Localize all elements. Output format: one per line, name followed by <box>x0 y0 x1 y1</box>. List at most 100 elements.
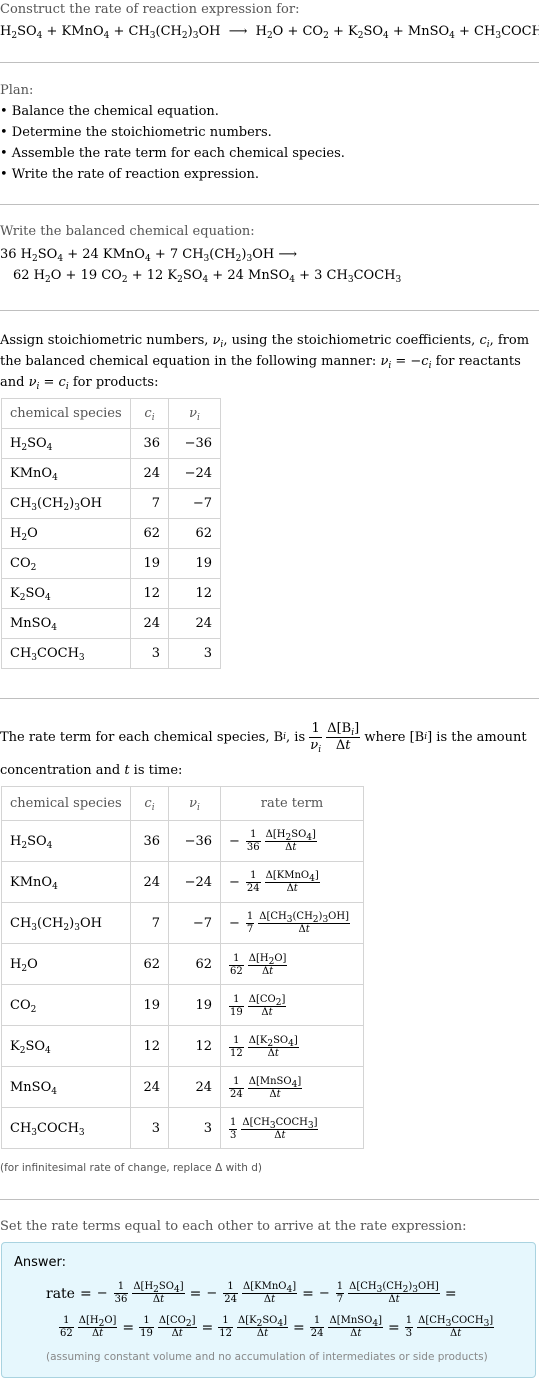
table-row: CO2 19 19 <box>1 548 221 579</box>
species-cell: MnSO4 <box>1 1066 131 1108</box>
rateterm-intro: The rate term for each chemical species,… <box>0 720 527 779</box>
species-cell: K2SO4 <box>1 578 131 609</box>
rate-expression-line2: 1 62 Δ[H2O] Δt = 1 19 Δ[CO2] Δt = 1 12 Δ[K2SO4] Δt = 1 2… <box>59 1315 495 1339</box>
rate-term: 1 62 Δ[H2O] Δt <box>59 1315 118 1339</box>
table-row: H2O 62 62 1 62 Δ[H2O] Δt <box>1 943 364 985</box>
species-cell: K2SO4 <box>1 1025 131 1067</box>
species-cell: H2SO4 <box>1 820 131 862</box>
c-cell: 12 <box>130 578 169 609</box>
species-cell: CO2 <box>1 984 131 1026</box>
table-row: MnSO4 24 24 <box>1 608 221 639</box>
c-cell: 24 <box>130 608 169 639</box>
nu-cell: −24 <box>168 861 221 903</box>
plan-section: Plan: • Balance the chemical equation. •… <box>0 80 539 185</box>
c-cell: 62 <box>130 943 169 985</box>
balanced-equation-line2: 62 H2O + 19 CO2 + 12 K2SO4 + 24 MnSO4 + … <box>13 268 402 285</box>
rate-term-cell: −1 7 Δ[CH3(CH2)3OH] Δt <box>220 902 364 944</box>
table-row: CH3(CH2)3OH 7 −7 <box>1 488 221 519</box>
plan-step: • Balance the chemical equation. <box>0 104 219 119</box>
species-cell: MnSO4 <box>1 608 131 639</box>
c-symbol: ci <box>479 333 490 350</box>
c-cell: 19 <box>130 548 169 579</box>
c-cell: 19 <box>130 984 169 1026</box>
nu-cell: 12 <box>168 578 221 609</box>
rate-word: rate <box>46 1285 75 1302</box>
rate-term: 1 24 Δ[MnSO4] Δt <box>309 1315 383 1339</box>
nu-cell: 19 <box>168 984 221 1026</box>
header-species: chemical species <box>1 398 131 429</box>
divider <box>0 1199 539 1200</box>
header-c: ci <box>130 398 169 429</box>
rateterm-table: chemical species ci νi rate term H2SO4 36… <box>1 786 364 1149</box>
c-cell: 24 <box>130 458 169 489</box>
table-row: CH3COCH3 3 3 <box>1 638 221 669</box>
rate-term: 1 24 Δ[MnSO4] Δt <box>229 1076 303 1100</box>
table-row: CO2 19 19 1 19 Δ[CO2] Δt <box>1 984 364 1026</box>
species-cell: CH3COCH3 <box>1 1107 131 1149</box>
nu-cell: 24 <box>168 608 221 639</box>
rate-term: −1 24 Δ[KMnO4] Δt <box>206 1281 298 1305</box>
table-header-row: chemical species ci νi rate term <box>1 786 364 821</box>
c-cell: 62 <box>130 518 169 549</box>
table-row: CH3COCH3 3 3 1 3 Δ[CH3COCH3] Δt <box>1 1107 364 1149</box>
species-cell: CO2 <box>1 548 131 579</box>
table-row: KMnO4 24 −24 <box>1 458 221 489</box>
table-row: H2SO4 36 −36 −1 36 Δ[H2SO4] Δt <box>1 820 364 862</box>
rate-term: −1 7 Δ[CH3(CH2)3OH] Δt <box>318 1281 440 1305</box>
answer-label: Answer: <box>14 1255 67 1270</box>
divider <box>0 310 539 311</box>
nu-cell: 3 <box>168 638 221 669</box>
stoich-intro: Assign stoichiometric numbers, νi, using… <box>0 333 530 392</box>
rate-term-cell: 1 62 Δ[H2O] Δt <box>220 943 364 985</box>
rate-term: 1 19 Δ[CO2] Δt <box>229 994 287 1018</box>
header-rate-term: rate term <box>220 786 364 821</box>
prompt-text: Construct the rate of reaction expressio… <box>0 2 300 17</box>
table-row: H2SO4 36 −36 <box>1 428 221 459</box>
table-row: K2SO4 12 12 <box>1 578 221 609</box>
plan-step: • Determine the stoichiometric numbers. <box>0 125 272 140</box>
table-row: K2SO4 12 12 1 12 Δ[K2SO4] Δt <box>1 1025 364 1067</box>
c-cell: 7 <box>130 902 169 944</box>
species-cell: CH3(CH2)3OH <box>1 902 131 944</box>
rate-term-cell: −1 36 Δ[H2SO4] Δt <box>220 820 364 862</box>
divider <box>0 62 539 63</box>
rate-term: 1 12 Δ[K2SO4] Δt <box>218 1315 289 1339</box>
answer-box: Answer: rate = −1 36 Δ[H2SO4] Δt = −1 24 Δ[KMnO4]… <box>1 1242 536 1378</box>
unbalanced-equation: H2SO4 + KMnO4 + CH3(CH2)3OH ⟶ H2O + CO2 … <box>0 24 539 41</box>
table-row: MnSO4 24 24 1 24 Δ[MnSO4] Δt <box>1 1066 364 1108</box>
species-cell: CH3(CH2)3OH <box>1 488 131 519</box>
rate-term-cell: 1 24 Δ[MnSO4] Δt <box>220 1066 364 1108</box>
balanced-section: Write the balanced chemical equation: 36… <box>0 221 539 286</box>
nu-cell: −36 <box>168 820 221 862</box>
table-row: CH3(CH2)3OH 7 −7 −1 7 Δ[CH3(CH2)3OH] Δt <box>1 902 364 944</box>
nu-cell: 12 <box>168 1025 221 1067</box>
c-cell: 7 <box>130 488 169 519</box>
nu-cell: 19 <box>168 548 221 579</box>
rate-term: −1 7 Δ[CH3(CH2)3OH] Δt <box>229 910 350 935</box>
species-cell: KMnO4 <box>1 458 131 489</box>
c-cell: 3 <box>130 1107 169 1149</box>
rate-term: 1 3 Δ[CH3COCH3] Δt <box>404 1315 495 1339</box>
nu-cell: −24 <box>168 458 221 489</box>
species-cell: KMnO4 <box>1 861 131 903</box>
c-cell: 36 <box>130 428 169 459</box>
rate-term-cell: −1 24 Δ[KMnO4] Δt <box>220 861 364 903</box>
assumption-note: (assuming constant volume and no accumul… <box>46 1351 488 1363</box>
rate-term-cell: 1 12 Δ[K2SO4] Δt <box>220 1025 364 1067</box>
nu-cell: 24 <box>168 1066 221 1108</box>
rate-term-cell: 1 19 Δ[CO2] Δt <box>220 984 364 1026</box>
balanced-title: Write the balanced chemical equation: <box>0 224 255 239</box>
nu-symbol: νi <box>212 333 224 350</box>
rate-term: 1 12 Δ[K2SO4] Δt <box>229 1035 299 1059</box>
nu-cell: 62 <box>168 518 221 549</box>
nu-cell: −7 <box>168 488 221 519</box>
header-species: chemical species <box>1 786 131 821</box>
header-nu: νi <box>168 398 221 429</box>
balanced-equation-line1: 36 H2SO4 + 24 KMnO4 + 7 CH3(CH2)3OH ⟶ <box>0 247 297 264</box>
header-nu: νi <box>168 786 221 821</box>
plan-step: • Assemble the rate term for each chemic… <box>0 146 345 161</box>
nu-cell: −36 <box>168 428 221 459</box>
table-header-row: chemical species ci νi <box>1 398 221 429</box>
rate-term: 1 19 Δ[CO2] Δt <box>139 1315 197 1339</box>
nu-cell: −7 <box>168 902 221 944</box>
